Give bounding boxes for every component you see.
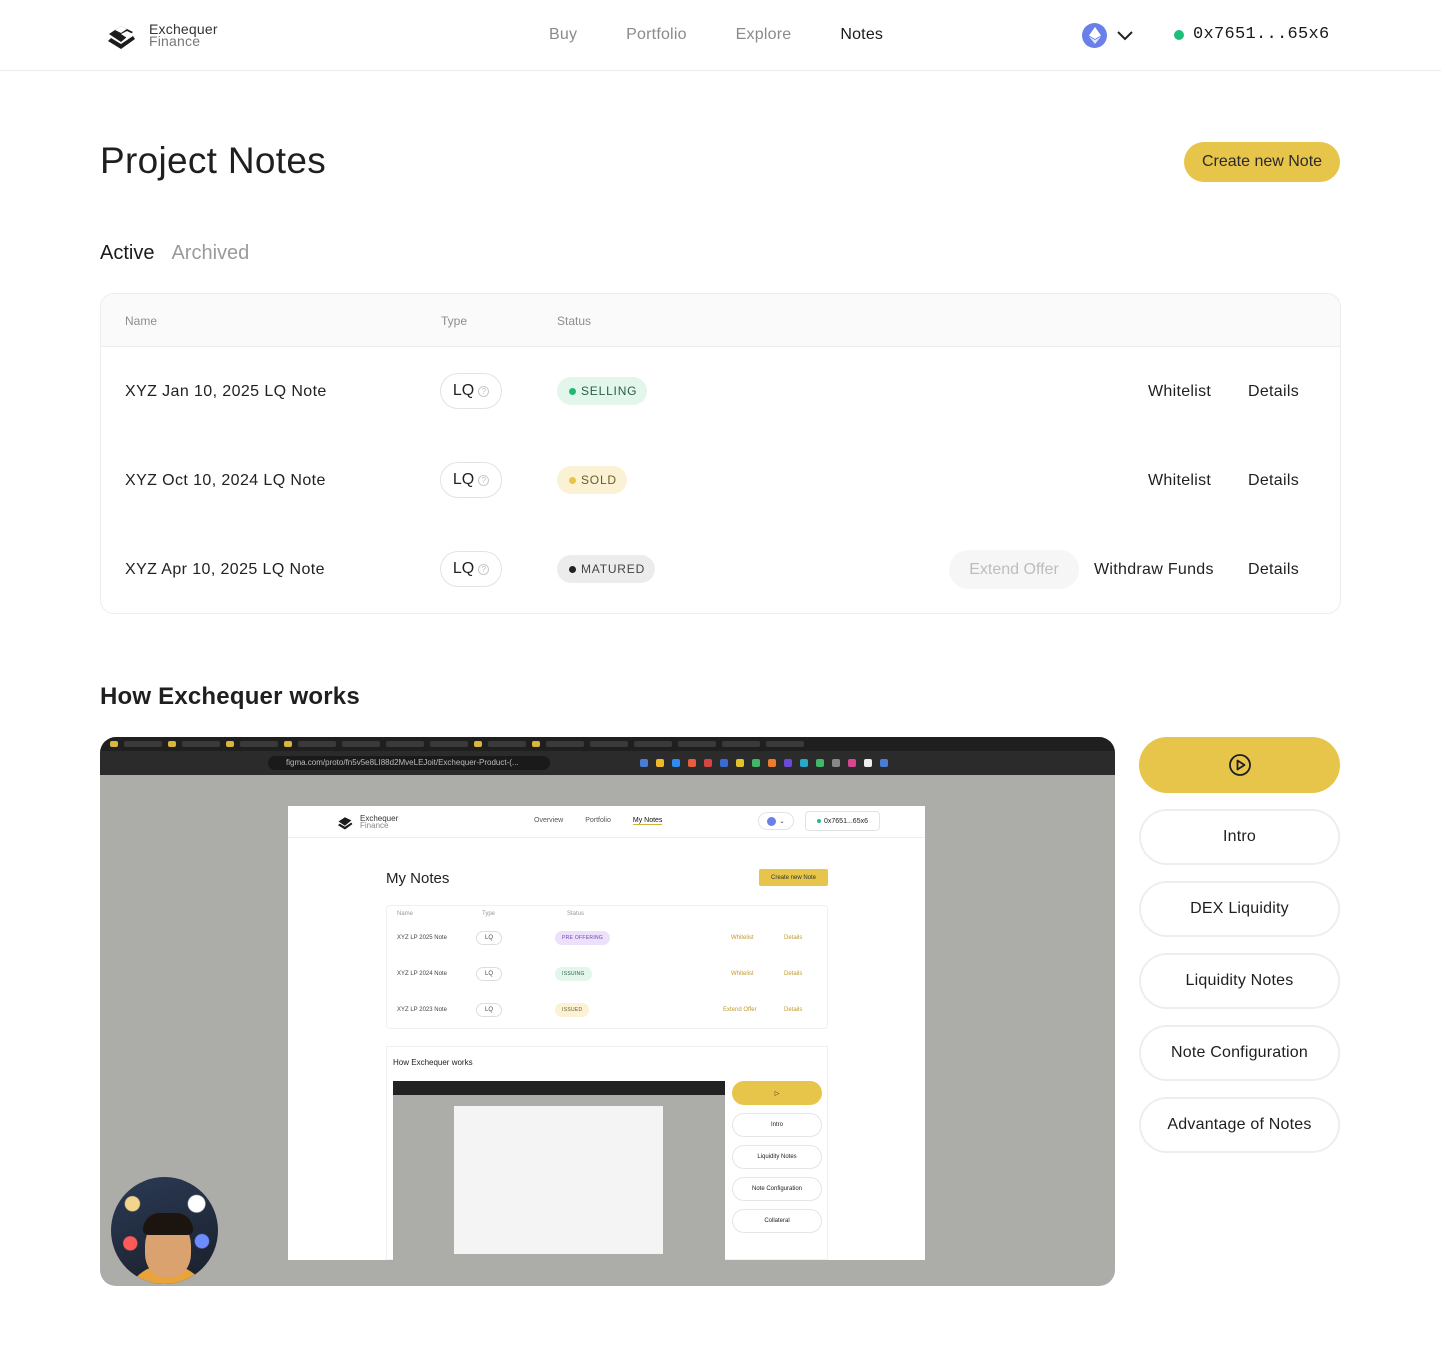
- status-dot: [569, 387, 576, 395]
- note-type: LQ: [452, 382, 475, 399]
- extend-offer-button[interactable]: Extend Offer: [949, 550, 1079, 589]
- nav-notes[interactable]: Notes: [840, 26, 883, 44]
- withdraw-funds-link[interactable]: Withdraw Funds: [1094, 561, 1214, 579]
- chapter-intro[interactable]: Intro: [1139, 809, 1340, 865]
- how-it-works-title: How Exchequer works: [100, 683, 360, 710]
- tab-active[interactable]: Active: [100, 242, 154, 265]
- help-icon[interactable]: ?: [478, 474, 490, 486]
- inner-chain: ⌄: [758, 812, 794, 830]
- status-dot: [569, 476, 576, 484]
- inner-play-icon: ▷: [732, 1081, 822, 1105]
- status-badge: SELLING: [557, 377, 648, 405]
- browser-address-bar: figma.com/proto/fn5v5e8LI88d2MveLEJoit/E…: [100, 751, 1115, 775]
- inner-table: Name Type Status XYZ LP 2025 Note LQ PRE…: [386, 905, 828, 1029]
- inner-row: XYZ LP 2024 Note LQ ISSUING Whitelist De…: [387, 958, 827, 994]
- browser-tab-strip: [100, 737, 1115, 751]
- status-badge: SOLD: [557, 466, 627, 494]
- chapter-dex-liquidity[interactable]: DEX Liquidity: [1139, 881, 1340, 937]
- details-link[interactable]: Details: [1248, 561, 1299, 579]
- browser-extension-icons: [640, 759, 888, 767]
- inner-create-button: Create new Note: [759, 869, 828, 886]
- logo-icon: [338, 817, 353, 830]
- presenter-avatar: [111, 1177, 218, 1284]
- play-button[interactable]: [1139, 737, 1340, 793]
- video-chapters: Intro DEX Liquidity Liquidity Notes Note…: [1139, 737, 1340, 1169]
- inner-title: My Notes: [386, 870, 450, 887]
- video-inner-screen: Exchequer Finance Overview Portfolio My N…: [288, 806, 925, 1261]
- whitelist-link[interactable]: Whitelist: [1148, 383, 1211, 401]
- tab-archived[interactable]: Archived: [171, 242, 249, 265]
- details-link[interactable]: Details: [1248, 472, 1299, 490]
- wallet-address: 0x7651...65x6: [1193, 25, 1330, 44]
- help-icon[interactable]: ?: [478, 563, 490, 575]
- inner-row: XYZ LP 2025 Note LQ PRE OFFERING Whiteli…: [387, 922, 827, 958]
- table-row: XYZ Apr 10, 2025 LQ Note LQ ? MATURED Ex…: [101, 525, 1340, 613]
- inner-row: XYZ LP 2023 Note LQ ISSUED Extend Offer …: [387, 994, 827, 1030]
- nav-buy[interactable]: Buy: [549, 26, 577, 44]
- table-header: Name Type Status: [101, 294, 1340, 347]
- inner-how-section: How Exchequer works ▷ Intro Liquidity No…: [386, 1046, 828, 1261]
- note-name: XYZ Apr 10, 2025 LQ Note: [125, 561, 325, 578]
- wallet-button[interactable]: 0x7651...65x6: [1174, 25, 1330, 44]
- chapter-advantage-of-notes[interactable]: Advantage of Notes: [1139, 1097, 1340, 1153]
- logo-icon: [108, 26, 135, 49]
- chapter-liquidity-notes[interactable]: Liquidity Notes: [1139, 953, 1340, 1009]
- status-label: SELLING: [581, 384, 638, 398]
- status-dot: [569, 565, 576, 573]
- ethereum-icon: [1082, 23, 1107, 48]
- inner-chapters: ▷ Intro Liquidity Notes Note Configurati…: [732, 1081, 822, 1241]
- notes-table: Name Type Status XYZ Jan 10, 2025 LQ Not…: [100, 293, 1341, 614]
- create-note-button[interactable]: Create new Note: [1184, 142, 1340, 182]
- nav-explore[interactable]: Explore: [736, 26, 792, 44]
- table-row: XYZ Oct 10, 2024 LQ Note LQ ? SOLD White…: [101, 436, 1340, 525]
- browser-url: figma.com/proto/fn5v5e8LI88d2MveLEJoit/E…: [268, 756, 550, 770]
- note-type: LQ: [452, 471, 475, 488]
- type-pill: LQ ?: [440, 551, 502, 587]
- page-title: Project Notes: [100, 140, 326, 181]
- brand-logo[interactable]: Exchequer Finance: [105, 20, 218, 50]
- type-pill: LQ ?: [440, 373, 502, 409]
- inner-brand-sub: Finance: [360, 821, 389, 830]
- column-status: Status: [557, 314, 592, 328]
- inner-wallet: 0x7651...65x6: [805, 811, 880, 831]
- status-label: SOLD: [581, 473, 617, 487]
- note-type: LQ: [452, 560, 475, 577]
- whitelist-link[interactable]: Whitelist: [1148, 472, 1211, 490]
- type-pill: LQ ?: [440, 462, 502, 498]
- column-name: Name: [125, 314, 158, 328]
- note-name: XYZ Oct 10, 2024 LQ Note: [125, 472, 326, 489]
- top-navbar: Exchequer Finance Buy Portfolio Explore …: [0, 0, 1441, 71]
- inner-nav-item: My Notes: [632, 817, 663, 825]
- nav-portfolio[interactable]: Portfolio: [626, 26, 687, 44]
- inner-nav-item: Portfolio: [585, 817, 611, 824]
- notes-tabs: Active Archived: [100, 242, 249, 265]
- status-badge: MATURED: [557, 555, 656, 583]
- help-icon[interactable]: ?: [478, 385, 490, 397]
- inner-video: [393, 1081, 725, 1261]
- play-icon: [1228, 754, 1251, 776]
- chain-selector[interactable]: [1082, 23, 1133, 48]
- main-nav: Buy Portfolio Explore Notes: [549, 26, 932, 44]
- table-row: XYZ Jan 10, 2025 LQ Note LQ ? SELLING Wh…: [101, 347, 1340, 436]
- details-link[interactable]: Details: [1248, 383, 1299, 401]
- connected-status-dot: [1174, 29, 1184, 40]
- column-type: Type: [441, 314, 468, 328]
- chapter-note-configuration[interactable]: Note Configuration: [1139, 1025, 1340, 1081]
- status-label: MATURED: [581, 562, 646, 576]
- video-player[interactable]: figma.com/proto/fn5v5e8LI88d2MveLEJoit/E…: [100, 737, 1115, 1286]
- chevron-down-icon: [1117, 30, 1133, 40]
- note-name: XYZ Jan 10, 2025 LQ Note: [125, 383, 327, 400]
- inner-nav-item: Overview: [534, 817, 564, 824]
